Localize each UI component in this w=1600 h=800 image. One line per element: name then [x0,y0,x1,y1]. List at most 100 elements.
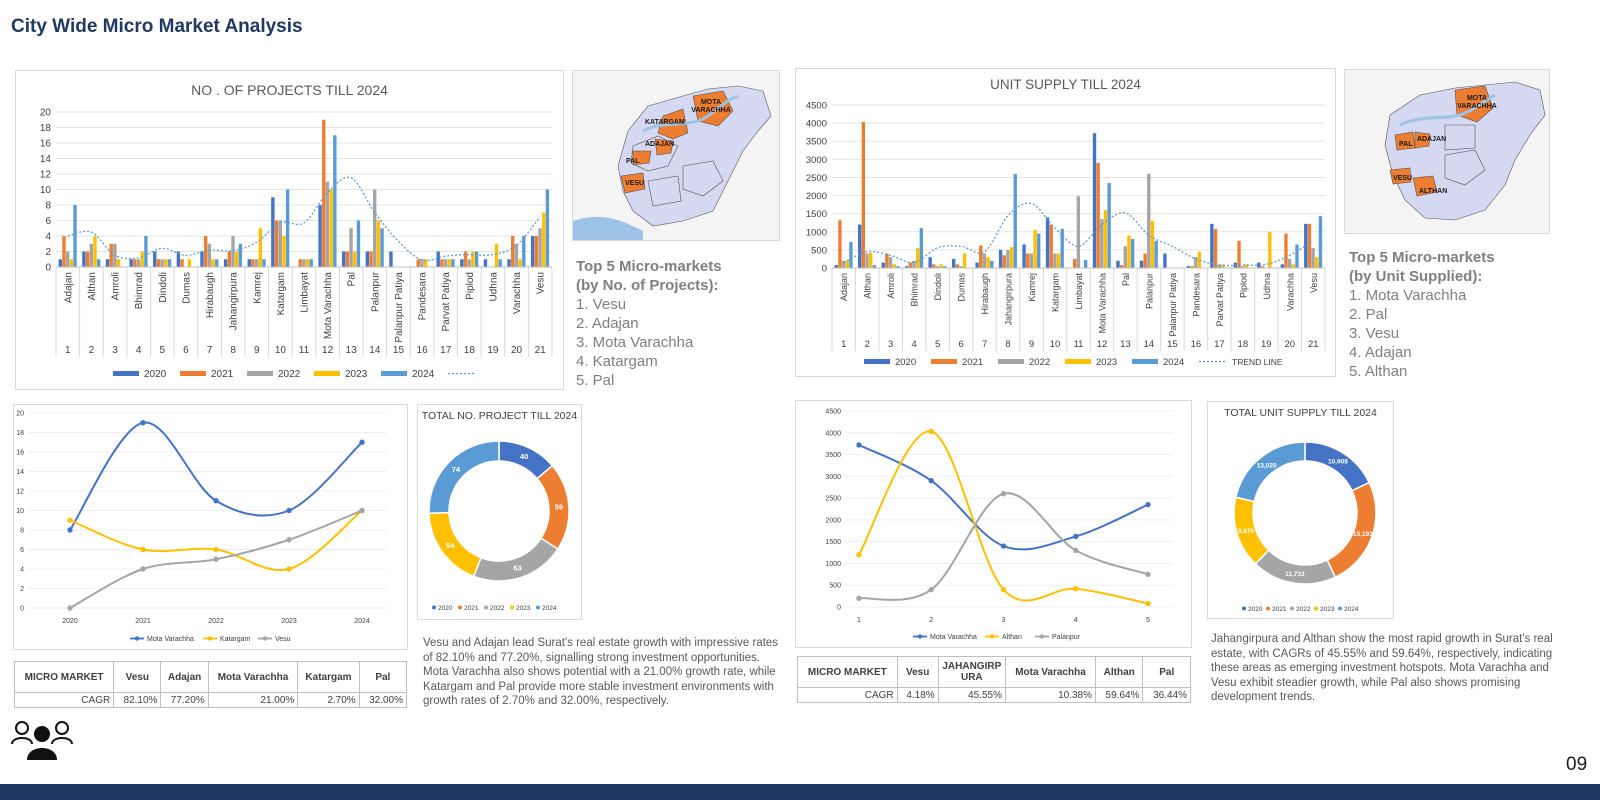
category-number: 9 [254,345,260,356]
legend-label: Palanpur [1052,634,1081,641]
bar-2020 [153,251,157,267]
bar-2022 [888,257,893,268]
y-tick-label: 20 [40,108,52,119]
table-header: Althan [1094,656,1144,688]
category-label: Katargam [1051,273,1061,312]
bar-2024 [545,189,550,267]
y-tick-label: 2000 [806,191,827,202]
top5-supply-item: 2. Pal [1349,306,1388,323]
y-tick-label: 1500 [806,209,827,220]
y-tick-label: 3000 [806,155,827,166]
bar-2024 [167,259,172,267]
bar-2020 [129,259,133,267]
bar-2021 [838,220,842,268]
x-tick-label: 2024 [354,618,370,625]
y-tick-label: 500 [811,245,827,256]
top5-projects-item: 1. Vesu [576,296,627,313]
bar-2022 [982,253,987,268]
bar-2023 [376,220,381,267]
bar-2020 [928,257,932,268]
data-point [213,498,219,504]
data-point [286,566,292,572]
category-label: Dindoli [158,272,169,303]
legend-label: Mota Varachha [147,636,194,643]
data-point [140,546,146,553]
data-point [67,517,73,523]
supply-summary-paragraph: Jahangirpura and Althan show the most ra… [1211,633,1553,703]
top5-projects-item: 4. Katargam [576,353,658,370]
category-number: 18 [1238,339,1249,350]
projects-line-chart: 024681012141618202020 2021 2022 2023 2024Mot… [16,411,387,643]
donut-value-label: 40 [520,452,528,461]
bar-2022 [302,259,306,267]
data-point [928,477,934,484]
category-label: Bhimrad [134,272,145,309]
legend-swatch-2022 [998,359,1024,364]
table-cell: 2.70% [297,692,360,708]
category-number: 12 [322,345,334,356]
bar-2021 [274,220,279,267]
projects-line-chart-panel: 0 2 4 6 8 10 12 14 16 18 20 2020 2021 2022 2023 2024 Mot… [13,404,408,650]
y-tick-label: 2500 [825,496,841,503]
y-tick-label: 16 [40,139,52,150]
legend-marker [1242,606,1246,611]
category-number: 5 [935,339,940,350]
category-label: Varachha [1285,273,1295,311]
data-point [856,595,862,601]
y-tick-label: 4000 [825,430,841,437]
y-tick-label: 3500 [825,452,841,459]
bar-2020 [858,224,862,268]
category-number: 7 [982,339,987,350]
bar-2024 [285,189,290,267]
data-point [1073,547,1079,554]
category-label: Palanpur [370,271,381,312]
category-number: 10 [275,345,287,356]
legend-label: 2024 [542,605,557,612]
bar-2023 [869,252,873,268]
category-number: 15 [393,345,405,356]
y-tick-label: 14 [16,469,24,476]
donut-value-label: 59 [555,503,563,512]
bar-2022 [514,243,519,267]
category-number: 13 [346,345,358,356]
category-number: 11 [299,345,310,356]
y-tick-label: 1000 [825,561,841,568]
category-number: 8 [1005,339,1010,350]
bar-2021 [908,262,913,268]
table-header: Mota Varachha [207,661,299,693]
category-label: Amroli [111,272,122,300]
legend-swatch-2023 [314,371,340,376]
series-line-Althan [858,430,1149,605]
table-header: Katargam [297,661,360,693]
category-label: Udhna [488,272,499,302]
bar-2022 [1029,253,1034,268]
legend-label: 2024 [1163,357,1184,368]
bar-2022 [467,259,471,267]
bar-2024 [1013,173,1017,268]
bar-2021 [1073,258,1077,268]
y-tick-label: 2 [20,586,24,593]
y-tick-label: 12 [16,489,24,496]
footer-bar [0,784,1600,800]
donut-slice-2023 [428,511,482,578]
bar-2022 [1076,196,1081,268]
data-point [359,507,365,514]
supply-line-chart: 0 500 1000 1500 2000 2500 3000 3500 4000 4500 1 2 3 4… [825,409,1173,641]
category-number: 4 [136,345,142,356]
y-tick-label: 10 [16,508,24,515]
data-point [928,428,934,435]
legend-label: 2024 [412,369,435,380]
y-tick-label: 18 [40,123,52,134]
bar-2021 [298,259,302,267]
top5-projects-heading-2: (by No. of Projects): [576,277,719,294]
legend-label: 2022 [490,605,505,612]
legend-marker [207,636,213,641]
page-title: City Wide Micro Market Analysis [11,16,303,37]
bar-2022 [1053,253,1057,268]
top5-projects-heading-1: Top 5 Micro-markets [576,258,722,275]
bar-2023 [187,259,192,267]
bar-2021 [180,259,184,267]
legend-marker [1039,634,1045,639]
category-number: 2 [865,339,870,350]
legend-marker [262,636,268,641]
